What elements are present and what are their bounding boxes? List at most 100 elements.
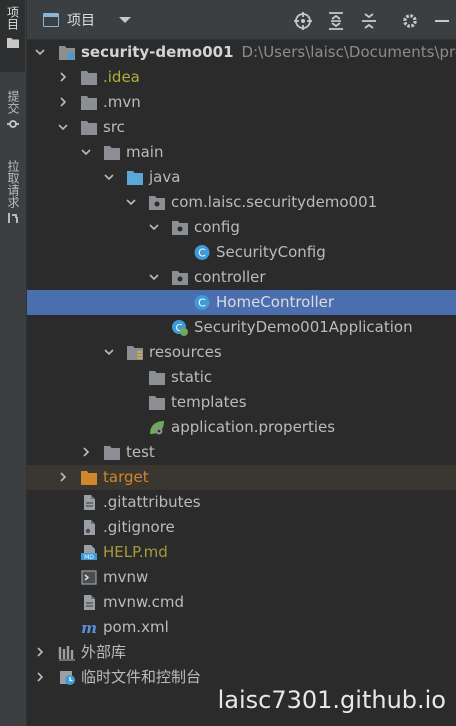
tree-node-mvnw[interactable]: mvnw (27, 565, 456, 590)
tree-node-gitattributes[interactable]: .gitattributes (27, 490, 456, 515)
chevron-down-icon[interactable] (148, 271, 160, 283)
root-label: security-demo001 D:\Users\laisc\Documents… (81, 43, 456, 61)
tree-node-help-md[interactable]: MD HELP.md (27, 540, 456, 565)
tree-node-config[interactable]: config (27, 215, 456, 240)
tree-node-controller[interactable]: controller (27, 265, 456, 290)
tree-node-pom-xml[interactable]: m pom.xml (27, 615, 456, 640)
tree-label: test (126, 443, 155, 461)
svg-text:MD: MD (84, 554, 94, 561)
chevron-down-icon[interactable] (103, 346, 115, 358)
tree-node-java[interactable]: java (27, 165, 456, 190)
project-tool-window: 项目 提交 拉取请求 项目 security-demo001 D:\Users\… (0, 0, 456, 726)
locate-icon[interactable] (294, 12, 312, 30)
commit-icon (7, 118, 19, 130)
spring-boot-class-icon: C (172, 320, 188, 336)
tree-node-security-config[interactable]: C SecurityConfig (27, 240, 456, 265)
folder-icon (149, 396, 165, 410)
tree-label: SecurityConfig (216, 243, 326, 261)
module-folder-icon (59, 46, 75, 60)
chevron-down-icon (119, 17, 131, 23)
package-icon (172, 221, 188, 235)
svg-text:C: C (198, 247, 206, 260)
chevron-right-icon[interactable] (80, 446, 92, 458)
window-icon (43, 13, 59, 27)
tree-node-mvn[interactable]: .mvn (27, 90, 456, 115)
tab-commit-label: 提交 (6, 90, 20, 114)
pull-request-icon (7, 212, 19, 224)
tree-node-application-class[interactable]: C SecurityDemo001Application (27, 315, 456, 340)
tree-node-root[interactable]: security-demo001 D:\Users\laisc\Documents… (27, 40, 456, 65)
source-folder-icon (127, 171, 143, 185)
tree-label: config (194, 218, 240, 236)
chevron-right-icon[interactable] (57, 471, 69, 483)
tree-label: application.properties (171, 418, 336, 436)
tree-label: controller (194, 268, 266, 286)
settings-icon[interactable] (401, 12, 419, 30)
folder-icon (81, 121, 97, 135)
tree-label: SecurityDemo001Application (194, 318, 413, 336)
collapse-all-icon[interactable] (360, 12, 378, 30)
tree-node-src[interactable]: src (27, 115, 456, 140)
tab-project-label: 项目 (5, 6, 20, 30)
tree-label: target (103, 468, 149, 486)
class-icon: C (194, 295, 210, 310)
tree-node-resources[interactable]: resources (27, 340, 456, 365)
project-tree: security-demo001 D:\Users\laisc\Documents… (27, 40, 456, 690)
minimize-icon[interactable] (433, 12, 451, 30)
tree-node-gitignore[interactable]: .gitignore (27, 515, 456, 540)
folder-icon (104, 146, 120, 160)
chevron-down-icon[interactable] (125, 196, 137, 208)
tree-label: templates (171, 393, 247, 411)
maven-icon: m (81, 619, 97, 636)
tool-window-strip: 项目 提交 拉取请求 (0, 0, 27, 726)
tree-label: static (171, 368, 213, 386)
tree-label: main (126, 143, 164, 161)
chevron-down-icon[interactable] (80, 146, 92, 158)
tree-label: resources (149, 343, 222, 361)
svg-text:C: C (198, 297, 206, 310)
chevron-right-icon[interactable] (34, 646, 46, 658)
tree-node-idea[interactable]: .idea (27, 65, 456, 90)
chevron-right-icon[interactable] (57, 96, 69, 108)
chevron-down-icon[interactable] (103, 171, 115, 183)
tree-node-package[interactable]: com.laisc.securitydemo001 (27, 190, 456, 215)
folder-icon (81, 71, 97, 85)
chevron-right-icon[interactable] (57, 71, 69, 83)
tab-pull-requests[interactable]: 拉取请求 (0, 148, 26, 238)
tree-node-mvnw-cmd[interactable]: mvnw.cmd (27, 590, 456, 615)
project-toolbar: 项目 (27, 0, 456, 40)
tree-node-application-properties[interactable]: application.properties (27, 415, 456, 440)
folder-icon (104, 446, 120, 460)
expand-all-icon[interactable] (327, 12, 345, 30)
chevron-right-icon[interactable] (34, 671, 46, 683)
tree-label: .mvn (103, 93, 141, 111)
tab-project[interactable]: 项目 (0, 0, 26, 72)
watermark-text: laisc7301.github.io (217, 686, 446, 714)
tab-commit[interactable]: 提交 (0, 78, 26, 138)
tree-label: HomeController (216, 293, 335, 311)
tree-node-templates[interactable]: templates (27, 390, 456, 415)
tree-label: 临时文件和控制台 (81, 668, 202, 686)
class-icon: C (194, 245, 210, 260)
tree-label: 外部库 (81, 643, 127, 661)
tree-node-external-libraries[interactable]: 外部库 (27, 640, 456, 665)
folder-icon (6, 36, 19, 48)
text-file-icon (84, 595, 95, 610)
chevron-down-icon[interactable] (34, 46, 46, 58)
tree-node-home-controller[interactable]: C HomeController (27, 290, 456, 315)
shell-script-icon (81, 570, 97, 585)
tree-node-target[interactable]: target (27, 465, 456, 490)
text-file-icon (84, 495, 95, 510)
library-icon (58, 646, 75, 661)
excluded-folder-icon (81, 471, 97, 485)
tree-node-main[interactable]: main (27, 140, 456, 165)
view-selector[interactable]: 项目 (43, 9, 131, 31)
tree-label: .gitignore (103, 518, 175, 536)
tree-label: HELP.md (103, 543, 168, 561)
tree-node-static[interactable]: static (27, 365, 456, 390)
chevron-down-icon[interactable] (57, 121, 69, 133)
markdown-file-icon: MD (81, 545, 97, 561)
tree-node-test[interactable]: test (27, 440, 456, 465)
tree-label: src (103, 118, 125, 136)
chevron-down-icon[interactable] (148, 221, 160, 233)
